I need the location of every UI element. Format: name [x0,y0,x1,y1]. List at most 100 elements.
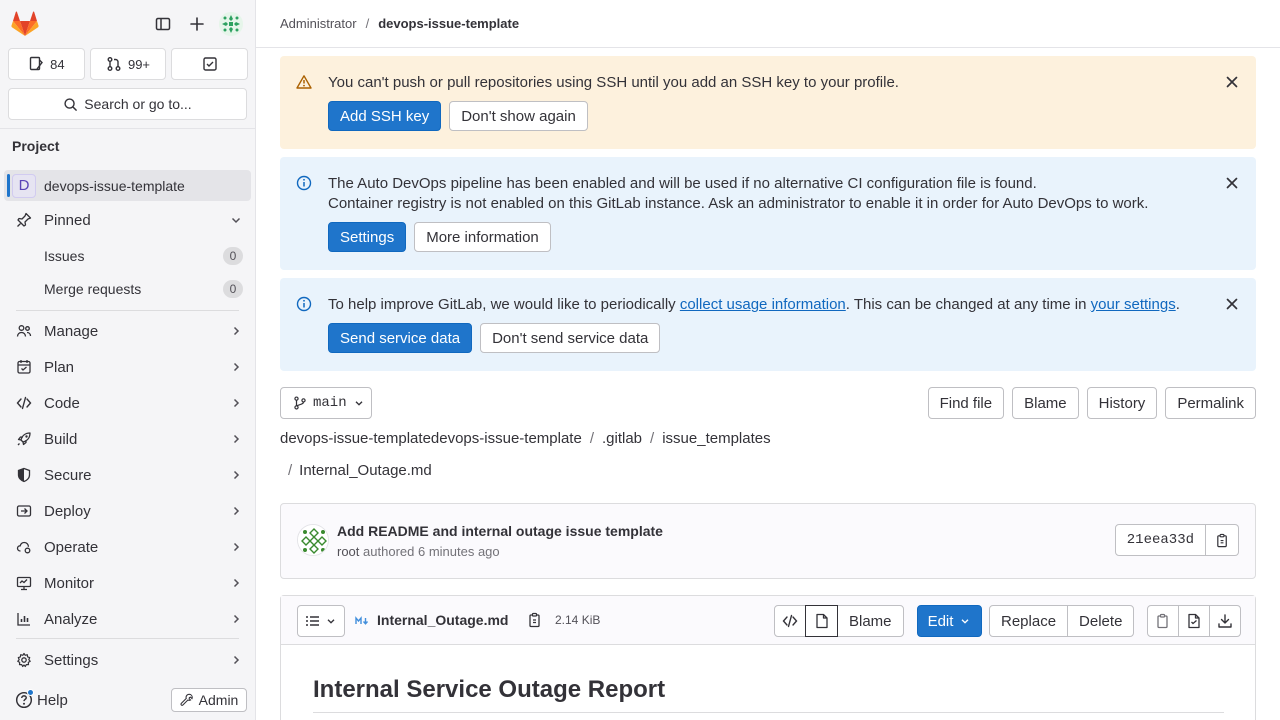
replace-button[interactable]: Replace [989,605,1069,637]
chevron-right-icon [233,614,240,624]
toggle-sidebar-icon[interactable] [151,12,175,36]
commit-author[interactable]: root [337,544,359,559]
alert-message: You can't push or pull repositories usin… [328,74,899,91]
table-of-contents-button[interactable] [297,605,345,637]
alert-actions: Add SSH key Don't show again [328,101,588,131]
branch-selector[interactable]: main [280,387,372,419]
copy-icon[interactable] [527,612,543,628]
collect-usage-link[interactable]: collect usage information [680,296,846,313]
sidebar-item-merge-requests[interactable]: Merge requests 0 [4,273,251,305]
cloud-gear-icon [16,541,31,554]
settings-button[interactable]: Settings [328,222,407,252]
find-file-button[interactable]: Find file [927,387,1005,419]
search-icon [64,97,78,111]
sidebar-item-operate[interactable]: Operate [4,531,251,563]
close-icon[interactable] [1224,296,1240,312]
sidebar-item-project[interactable]: D devops-issue-template [4,170,251,201]
commit-title[interactable]: Add README and internal outage issue tem… [337,523,663,539]
sidebar-item-pinned[interactable]: Pinned [4,204,251,236]
breadcrumb-current[interactable]: devops-issue-template [378,16,519,31]
close-icon[interactable] [1224,175,1240,191]
rocket-icon [17,432,31,446]
view-mode-group: Blame [774,605,904,637]
text-part: To help improve GitLab, we would like to… [328,296,680,313]
sidebar-item-analyze[interactable]: Analyze [4,603,251,635]
view-rendered-button[interactable] [805,605,838,637]
your-settings-link[interactable]: your settings [1091,296,1176,313]
download-icon [1218,614,1232,628]
settings-icon [17,652,31,668]
sidebar-item-deploy[interactable]: Deploy [4,495,251,527]
users-icon [16,325,32,337]
path-dir[interactable]: .gitlab [602,430,642,447]
send-service-data-button[interactable]: Send service data [328,323,473,353]
sidebar-item-build[interactable]: Build [4,423,251,455]
alert-actions: Send service data Don't send service dat… [328,323,661,353]
chevron-down-icon [231,217,241,224]
section-title: Project [12,138,60,154]
search-button[interactable]: Search or go to... [8,88,247,120]
admin-button[interactable]: Admin [171,688,247,712]
sidebar-item-label: Analyze [44,610,98,628]
chevron-right-icon [233,542,240,552]
chevron-right-icon [233,434,240,444]
sidebar-item-issues[interactable]: Issues 0 [4,240,251,272]
text-part: . This can be changed at any time in [845,296,1091,313]
dont-send-service-data-button[interactable]: Don't send service data [480,323,661,353]
more-information-button[interactable]: More information [414,222,551,252]
file-blame-button[interactable]: Blame [837,605,904,637]
view-source-button[interactable] [774,605,806,637]
planning-icon [17,360,31,374]
sidebar-item-label: Manage [44,322,99,340]
path-dir[interactable]: issue_templates [662,430,770,447]
open-raw-button[interactable] [1178,605,1210,637]
issues-count-button[interactable]: 84 [8,48,85,80]
help-button[interactable]: Help [15,689,68,709]
commit-sha[interactable]: 21eea33d [1114,524,1206,556]
sidebar-item-code[interactable]: Code [4,387,251,419]
active-indicator [7,174,10,197]
delete-button[interactable]: Delete [1067,605,1135,637]
path-root[interactable]: devops-issue-templatedevops-issue-templa… [280,430,582,447]
search-label: Search or go to... [84,96,192,112]
create-new-icon[interactable] [185,12,209,36]
todo-icon [202,57,217,71]
sidebar-footer: Help Admin [0,683,256,720]
merge-request-icon [107,57,121,71]
copy-contents-button[interactable] [1147,605,1179,637]
download-button[interactable] [1209,605,1241,637]
count-badge: 0 [223,280,243,298]
raw-file-icon [1188,613,1200,629]
code-icon [782,614,798,628]
close-icon[interactable] [1224,74,1240,90]
edit-button[interactable]: Edit [917,605,982,637]
chevron-right-icon [233,578,240,588]
sidebar-item-plan[interactable]: Plan [4,351,251,383]
todo-button[interactable] [171,48,249,80]
admin-label: Admin [198,692,239,708]
notification-dot [27,689,34,696]
blame-button[interactable]: Blame [1012,387,1079,419]
path-separator: / [288,462,293,479]
user-avatar[interactable] [219,12,243,36]
sidebar-item-label: Issues [44,248,85,264]
sidebar-item-label: Build [44,430,78,448]
history-button[interactable]: History [1086,387,1158,419]
gitlab-logo-icon[interactable] [11,11,39,37]
sidebar-item-secure[interactable]: Secure [4,459,251,491]
add-ssh-key-button[interactable]: Add SSH key [328,101,442,131]
sidebar-item-manage[interactable]: Manage [4,315,251,347]
sidebar-item-label: Code [44,394,80,412]
sidebar-item-settings[interactable]: Settings [4,644,251,676]
path-file[interactable]: Internal_Outage.md [299,462,432,479]
dont-show-again-button[interactable]: Don't show again [449,101,588,131]
text-part: . [1175,296,1180,313]
merge-requests-count-button[interactable]: 99+ [89,48,167,80]
alert-message: To help improve GitLab, we would like to… [328,295,1180,315]
breadcrumb-parent[interactable]: Administrator [280,16,357,31]
copy-sha-button[interactable] [1206,524,1239,556]
avatar[interactable] [297,524,329,556]
permalink-button[interactable]: Permalink [1165,387,1256,419]
info-icon [296,296,312,312]
sidebar-item-monitor[interactable]: Monitor [4,567,251,599]
